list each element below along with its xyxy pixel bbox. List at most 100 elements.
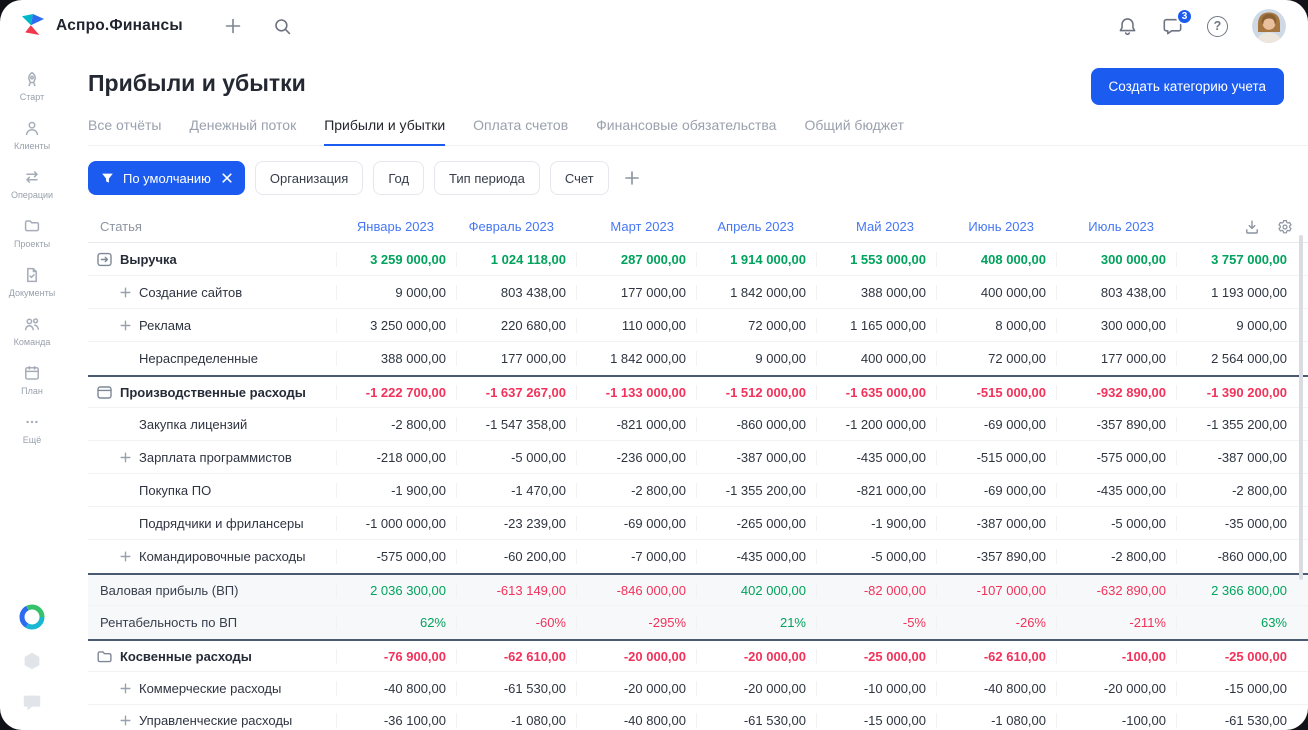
- column-header-article: Статья: [100, 219, 142, 234]
- sidebar-extra-icon-2[interactable]: [21, 692, 43, 714]
- cell-value: 287 000,00: [576, 251, 696, 267]
- row-label-cell: Реклама: [88, 318, 336, 333]
- table-row[interactable]: Валовая прибыль (ВП) 2 036 300,00 -613 149…: [88, 573, 1308, 606]
- table-row[interactable]: Выручка 3 259 000,00 1 024 118,00 287 000,0…: [88, 243, 1308, 276]
- table-row[interactable]: Командировочные расходы -575 000,00 -60 20…: [88, 540, 1308, 573]
- cell-value: 388 000,00: [336, 351, 456, 366]
- topbar: Аспро.Финансы 3: [0, 0, 1308, 52]
- cell-value: -860 000,00: [1176, 549, 1308, 564]
- cell-value: -357 890,00: [936, 549, 1056, 564]
- aspro-round-logo-icon[interactable]: [19, 604, 45, 630]
- sidebar-extra-icon-1[interactable]: [21, 650, 43, 672]
- cell-value: -387 000,00: [696, 449, 816, 465]
- clear-filter-icon[interactable]: [222, 173, 232, 183]
- cell-value: 408 000,00: [936, 251, 1056, 267]
- cell-value: -265 000,00: [696, 515, 816, 531]
- cell-value: -1 637 267,00: [456, 384, 576, 400]
- expand-plus-icon[interactable]: [120, 715, 131, 726]
- messages-badge: 3: [1176, 7, 1193, 25]
- funnel-icon: [101, 172, 114, 185]
- cell-value: 72 000,00: [696, 317, 816, 333]
- cell-value: -100,00: [1056, 648, 1176, 664]
- table-row[interactable]: Создание сайтов 9 000,00 803 438,00 177 000…: [88, 276, 1308, 309]
- cell-value: 1 193 000,00: [1176, 284, 1308, 300]
- table-row[interactable]: Рентабельность по ВП 62% -60% -295% 21% -5% -2…: [88, 606, 1308, 639]
- cell-value: 177 000,00: [1056, 351, 1176, 366]
- scrollbar[interactable]: [1299, 235, 1303, 580]
- expand-plus-icon[interactable]: [120, 452, 131, 463]
- table-row[interactable]: Производственные расходы -1 222 700,00 -1 …: [88, 375, 1308, 408]
- cell-value: 177 000,00: [456, 351, 576, 366]
- table-row[interactable]: Подрядчики и фрилансеры -1 000 000,00 -23 …: [88, 507, 1308, 540]
- download-icon[interactable]: [1244, 219, 1260, 235]
- cell-value: 9 000,00: [1176, 317, 1308, 333]
- sidebar-item-plan[interactable]: План: [0, 356, 64, 405]
- cell-value: -15 000,00: [816, 713, 936, 728]
- more-icon: [23, 413, 41, 431]
- tab-total-budget[interactable]: Общий бюджет: [804, 117, 903, 146]
- create-category-button[interactable]: Создать категорию учета: [1090, 68, 1284, 105]
- sidebar-item-projects[interactable]: Проекты: [0, 209, 64, 258]
- aspro-logo-icon: [20, 13, 46, 39]
- filter-chip-year[interactable]: Год: [373, 161, 425, 195]
- filter-chip-account[interactable]: Счет: [549, 161, 609, 195]
- cell-value: -357 890,00: [1056, 416, 1176, 432]
- global-add-icon[interactable]: [223, 16, 243, 36]
- table-row[interactable]: Зарплата программистов -218 000,00 -5 000,…: [88, 441, 1308, 474]
- cell-value: -69 000,00: [936, 482, 1056, 498]
- cell-value: -515 000,00: [936, 384, 1056, 400]
- expand-plus-icon[interactable]: [120, 320, 131, 331]
- cell-value: -62 610,00: [456, 648, 576, 664]
- cell-value: -40 800,00: [336, 680, 456, 696]
- settings-gear-icon[interactable]: [1277, 219, 1293, 235]
- sidebar-item-operations[interactable]: Операции: [0, 160, 64, 209]
- expand-plus-icon[interactable]: [120, 287, 131, 298]
- cell-value: -218 000,00: [336, 449, 456, 465]
- row-label: Косвенные расходы: [120, 648, 252, 664]
- table-row[interactable]: Реклама 3 250 000,00 220 680,00 110 000,00 7…: [88, 309, 1308, 342]
- table-row[interactable]: Управленческие расходы -36 100,00 -1 080,0…: [88, 705, 1308, 730]
- sidebar-item-label: Старт: [19, 92, 45, 102]
- indirect-category-icon: [96, 648, 113, 665]
- table-row[interactable]: Нераспределенные 388 000,00 177 000,00 1 84…: [88, 342, 1308, 375]
- tab-all-reports[interactable]: Все отчёты: [88, 117, 161, 146]
- help-icon[interactable]: [1207, 15, 1228, 37]
- report-tabs: Все отчёты Денежный поток Прибыли и убытки…: [88, 117, 1308, 146]
- table-body: Выручка 3 259 000,00 1 024 118,00 287 000,0…: [88, 243, 1308, 730]
- cell-value: -1 900,00: [816, 515, 936, 531]
- filter-chip-organization[interactable]: Организация: [254, 161, 364, 195]
- expand-plus-icon[interactable]: [120, 683, 131, 694]
- cell-value: -61 530,00: [696, 713, 816, 728]
- cell-value: -69 000,00: [576, 515, 696, 531]
- add-filter-icon[interactable]: [623, 169, 641, 187]
- sidebar-item-documents[interactable]: Документы: [0, 258, 64, 307]
- filter-preset-button[interactable]: По умолчанию: [88, 161, 245, 195]
- cell-value: -82 000,00: [816, 582, 936, 598]
- expand-plus-icon[interactable]: [120, 551, 131, 562]
- column-header-month: Февраль 2023: [468, 219, 554, 234]
- row-label-cell: Создание сайтов: [88, 285, 336, 300]
- cell-value: 1 553 000,00: [816, 251, 936, 267]
- notifications-bell-icon[interactable]: [1117, 16, 1138, 37]
- tab-profit-loss[interactable]: Прибыли и убытки: [324, 117, 446, 146]
- revenue-category-icon: [96, 251, 113, 268]
- tab-liabilities[interactable]: Финансовые обязательства: [596, 117, 776, 146]
- sidebar-item-start[interactable]: Старт: [0, 62, 64, 111]
- messages-icon[interactable]: 3: [1162, 7, 1193, 37]
- table-row[interactable]: Закупка лицензий -2 800,00 -1 547 358,00 -8…: [88, 408, 1308, 441]
- table-row[interactable]: Косвенные расходы -76 900,00 -62 610,00 -20…: [88, 639, 1308, 672]
- search-icon[interactable]: [273, 17, 292, 36]
- sidebar-item-more[interactable]: Ещё: [0, 405, 64, 454]
- filter-chip-period-type[interactable]: Тип периода: [434, 161, 540, 195]
- tab-cash-flow[interactable]: Денежный поток: [189, 117, 296, 146]
- user-avatar[interactable]: [1252, 9, 1286, 43]
- sidebar-item-team[interactable]: Команда: [0, 307, 64, 356]
- row-label: Создание сайтов: [139, 284, 243, 300]
- sidebar-item-clients[interactable]: Клиенты: [0, 111, 64, 160]
- table-row[interactable]: Покупка ПО -1 900,00 -1 470,00 -2 800,00 -1 …: [88, 474, 1308, 507]
- row-label-cell: Нераспределенные: [88, 351, 336, 366]
- cell-value: -435 000,00: [696, 549, 816, 564]
- tab-bill-payments[interactable]: Оплата счетов: [473, 117, 568, 146]
- cell-value: 9 000,00: [336, 284, 456, 300]
- table-row[interactable]: Коммерческие расходы -40 800,00 -61 530,00…: [88, 672, 1308, 705]
